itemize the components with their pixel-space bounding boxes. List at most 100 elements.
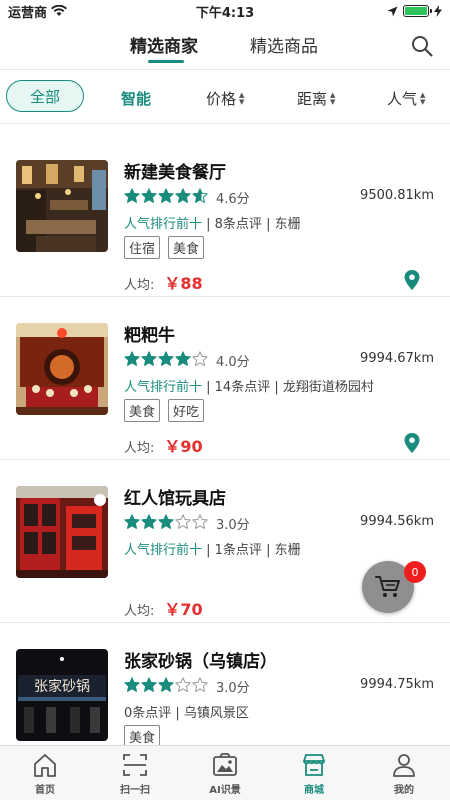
shop-thumbnail-image <box>16 323 108 415</box>
tabbar-item-home[interactable]: 首页 <box>10 752 80 796</box>
shop-distance: 9994.56km <box>360 514 434 529</box>
shop-meta: 人气排行前十 | 8条点评 | 东栅 <box>124 213 301 232</box>
star-icon <box>124 677 140 692</box>
shop-distance: 9500.81km <box>360 188 434 203</box>
bottom-tab-bar: 首页 扫一扫 AI识景 商城 我的 <box>0 745 450 800</box>
shopping-cart-icon <box>375 576 400 597</box>
shop-average-price: 人均: ￥88 <box>124 270 203 294</box>
star-icon <box>192 677 208 692</box>
shop-name: 新建美食餐厅 <box>124 163 226 183</box>
shop-meta: 人气排行前十 | 1条点评 | 东栅 <box>124 539 301 558</box>
shop-meta-text: | 1条点评 | 东栅 <box>202 543 301 558</box>
shop-meta-text: 0条点评 | 乌镇风景区 <box>124 706 249 721</box>
shop-average-price: 人均: ￥70 <box>124 596 203 620</box>
rating-stars <box>124 514 208 530</box>
shop-meta-text: | 14条点评 | 龙翔街道杨园村 <box>202 380 374 395</box>
battery-icon <box>403 5 432 17</box>
shop-distance: 9994.75km <box>360 677 434 692</box>
star-icon <box>141 351 157 366</box>
star-icon <box>141 188 157 203</box>
star-icon <box>141 514 157 529</box>
star-icon <box>192 188 208 203</box>
scan-icon <box>123 754 147 776</box>
tabbar-label: 商城 <box>304 785 324 796</box>
shop-meta: 0条点评 | 乌镇风景区 <box>124 702 249 721</box>
ai-scene-icon <box>213 753 237 776</box>
price-value: ￥90 <box>164 437 203 456</box>
shop-tag: 住宿 <box>124 236 161 259</box>
wifi-icon <box>51 5 68 16</box>
header: 精选商家 精选商品 <box>0 22 450 70</box>
shop-tag: 美食 <box>168 236 205 259</box>
filter-bar: 全部 智能 价格 ▲ ▼ 距离 ▲ ▼ 人气 ▲ ▼ <box>0 70 450 124</box>
shop-thumbnail-image <box>16 160 108 252</box>
profile-icon <box>393 754 415 777</box>
star-icon <box>141 677 157 692</box>
star-icon <box>175 351 191 366</box>
star-icon <box>175 677 191 692</box>
filter-all-button[interactable]: 全部 <box>6 80 84 112</box>
sort-arrows-icon: ▲ ▼ <box>330 90 336 106</box>
search-icon[interactable] <box>410 34 434 58</box>
shop-score: 4.6分 <box>216 192 250 207</box>
shop-tags: 美食 好吃 <box>124 399 205 422</box>
shop-meta-text: | 8条点评 | 东栅 <box>202 217 301 232</box>
price-value: ￥88 <box>164 274 203 293</box>
shop-list-item[interactable]: 新建美食餐厅 4.6分 9500.81km 人气排行前十 | 8条点评 | 东栅… <box>0 134 450 297</box>
shop-rank: 人气排行前十 <box>124 543 203 558</box>
avg-label: 人均: <box>124 278 155 293</box>
tab-featured-products[interactable]: 精选商品 <box>250 32 318 57</box>
signboard-text: 张家砂锅 <box>34 678 90 695</box>
shop-thumbnail-image <box>16 486 108 578</box>
filter-popularity[interactable]: 人气 ▲ ▼ <box>387 88 425 109</box>
shop-distance: 9994.67km <box>360 351 434 366</box>
map-pin-icon[interactable] <box>404 433 420 453</box>
tabbar-label: 首页 <box>35 785 55 796</box>
tabbar-label: AI识景 <box>209 785 241 796</box>
cart-count-badge: 0 <box>404 561 426 583</box>
location-arrow-icon <box>387 6 398 16</box>
rating-stars <box>124 677 208 693</box>
sort-arrows-icon: ▲ ▼ <box>239 90 245 106</box>
tabbar-item-mall[interactable]: 商城 <box>279 752 349 796</box>
status-left: 运营商 <box>8 2 68 21</box>
filter-smart[interactable]: 智能 <box>121 88 151 109</box>
rating-stars <box>124 351 208 367</box>
shop-name: 张家砂锅（乌镇店） <box>124 652 277 672</box>
star-icon <box>158 351 174 366</box>
shop-average-price: 人均: ￥90 <box>124 433 203 457</box>
star-icon <box>175 188 191 203</box>
map-pin-icon[interactable] <box>404 270 420 290</box>
tabbar-label: 我的 <box>394 785 414 796</box>
star-icon <box>175 514 191 529</box>
filter-price[interactable]: 价格 ▲ ▼ <box>206 88 244 109</box>
rating-stars <box>124 188 208 204</box>
filter-distance[interactable]: 距离 ▲ ▼ <box>297 88 335 109</box>
tab-featured-merchants[interactable]: 精选商家 <box>130 32 198 57</box>
shop-rank: 人气排行前十 <box>124 380 203 395</box>
tabbar-item-scan[interactable]: 扫一扫 <box>100 752 170 796</box>
tabbar-item-profile[interactable]: 我的 <box>369 752 439 796</box>
star-icon <box>124 188 140 203</box>
star-icon <box>192 351 208 366</box>
star-icon <box>158 677 174 692</box>
active-tab-indicator <box>148 60 184 63</box>
filter-distance-label: 距离 <box>297 90 328 108</box>
shop-name: 粑粑牛 <box>124 326 175 346</box>
status-time: 下午4:13 <box>195 5 255 21</box>
carrier-label: 运营商 <box>8 5 48 21</box>
star-icon <box>124 514 140 529</box>
shop-list-item[interactable]: 粑粑牛 4.0分 9994.67km 人气排行前十 | 14条点评 | 龙翔街道… <box>0 297 450 460</box>
filter-price-label: 价格 <box>206 90 237 108</box>
shop-name: 红人馆玩具店 <box>124 489 226 509</box>
price-value: ￥70 <box>164 600 203 619</box>
shop-thumbnail-image: 张家砂锅 <box>16 649 108 741</box>
tabbar-item-ai-scene[interactable]: AI识景 <box>190 752 260 796</box>
shop-meta: 人气排行前十 | 14条点评 | 龙翔街道杨园村 <box>124 376 374 395</box>
filter-popularity-label: 人气 <box>387 90 418 108</box>
avg-label: 人均: <box>124 604 155 619</box>
mall-icon <box>303 754 325 776</box>
star-icon <box>158 514 174 529</box>
charging-icon <box>434 5 442 17</box>
shop-tag: 美食 <box>124 399 161 422</box>
